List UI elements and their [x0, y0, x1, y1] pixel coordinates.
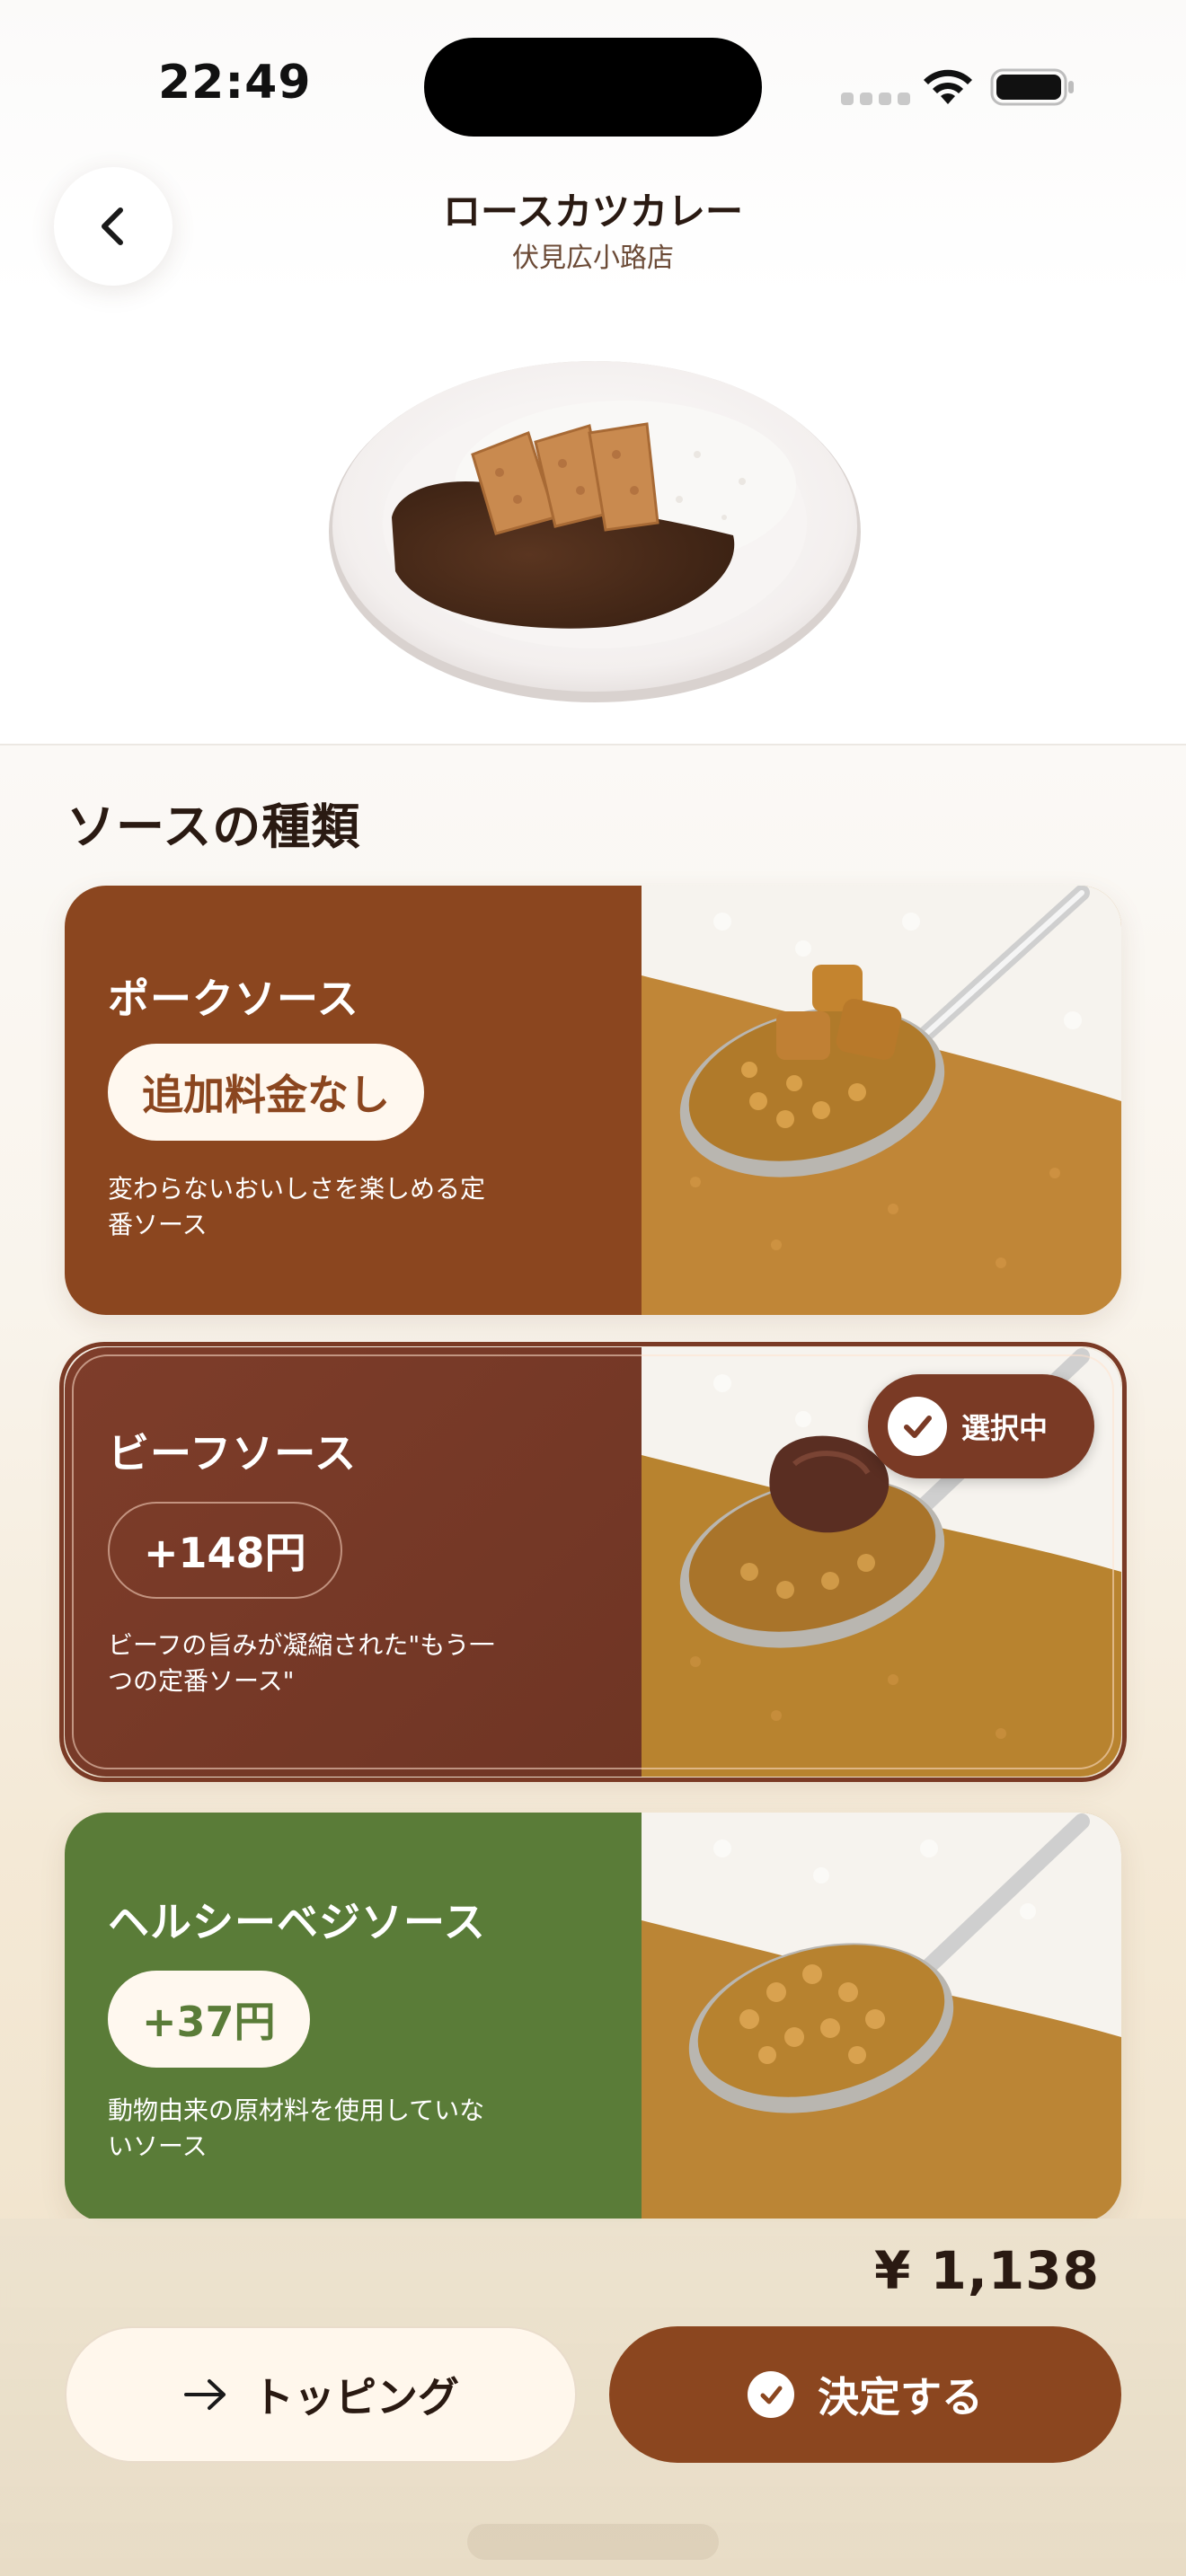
option-description: 変わらないおいしさを楽しめる定番ソース	[108, 1174, 486, 1239]
veg-sauce-image	[642, 1813, 1121, 2222]
total-price: ¥ 1,138	[873, 2240, 1100, 2301]
curry-dish-image	[329, 361, 861, 702]
price-badge: +37円	[108, 1971, 310, 2068]
chevron-left-icon	[102, 207, 123, 245]
dynamic-island	[424, 38, 762, 137]
card-info: ビーフソース +148円 ビーフの旨みが凝縮された"もう一つの定番ソース"	[65, 1347, 642, 1777]
price-badge: 追加料金なし	[108, 1044, 424, 1141]
option-description: ビーフの旨みが凝縮された"もう一つの定番ソース"	[108, 1630, 495, 1696]
card-info: ヘルシーベジソース +37円 動物由来の原材料を使用していないソース	[65, 1813, 642, 2222]
status-bar: 22:49	[0, 0, 1186, 144]
selected-badge-label: 選択中	[961, 1411, 1049, 1445]
confirm-button-label: 決定する	[818, 2373, 983, 2422]
home-indicator	[467, 2524, 719, 2560]
topping-button-label: トッピング	[252, 2373, 459, 2422]
screen: 22:49 ロースカツカレー 伏見広小路店 ソースの種類 ポークソース 追加料金…	[0, 0, 1186, 2576]
option-card-pork[interactable]: ポークソース 追加料金なし 変わらないおいしさを楽しめる定番ソース	[65, 886, 1121, 1315]
store-name: 伏見広小路店	[512, 243, 674, 274]
section-title: ソースの種類	[66, 798, 361, 855]
topping-button[interactable]: トッピング	[65, 2326, 577, 2463]
top-area: 22:49 ロースカツカレー 伏見広小路店	[0, 0, 1186, 745]
footer-bar: ¥ 1,138 トッピング 決定する	[0, 2219, 1186, 2576]
confirm-button[interactable]: 決定する	[609, 2326, 1121, 2463]
cellular-signal-icon	[841, 93, 910, 105]
option-name: ビーフソース	[108, 1429, 357, 1478]
battery-icon	[990, 68, 1074, 106]
option-card-veg[interactable]: ヘルシーベジソース +37円 動物由来の原材料を使用していないソース	[65, 1813, 1121, 2222]
card-info: ポークソース 追加料金なし 変わらないおいしさを楽しめる定番ソース	[65, 886, 642, 1315]
wifi-icon	[924, 69, 972, 104]
price-badge: +148円	[108, 1502, 342, 1599]
back-button[interactable]	[54, 167, 173, 286]
status-time: 22:49	[158, 56, 312, 110]
arrow-right-icon	[184, 2379, 226, 2410]
check-circle-icon	[748, 2371, 794, 2418]
option-name: ポークソース	[108, 975, 359, 1023]
selected-badge: 選択中	[868, 1374, 1094, 1478]
pork-sauce-image	[642, 886, 1121, 1315]
page-title: ロースカツカレー	[443, 190, 743, 234]
check-circle-icon	[888, 1397, 947, 1456]
option-description: 動物由来の原材料を使用していないソース	[108, 2095, 485, 2161]
option-name: ヘルシーベジソース	[108, 1898, 486, 1946]
